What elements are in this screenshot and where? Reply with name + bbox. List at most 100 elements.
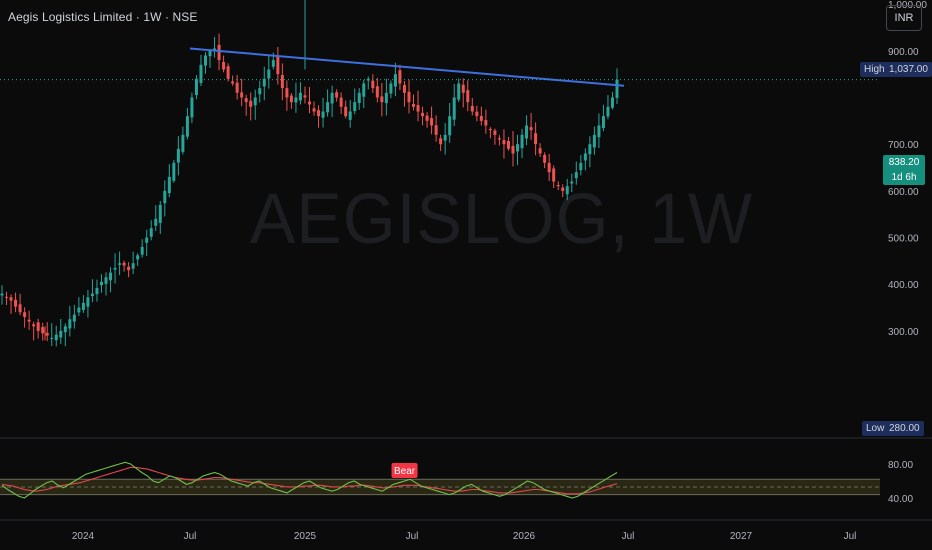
candle-body <box>104 277 108 284</box>
candle-body <box>181 134 185 152</box>
candle-body <box>59 330 63 338</box>
candle-body <box>443 134 447 141</box>
candle-body <box>271 60 275 67</box>
candle-body <box>488 128 492 131</box>
candle-body <box>32 324 36 327</box>
time-tick-label: 2024 <box>72 531 95 542</box>
trendline <box>189 47 625 87</box>
candle-body <box>430 118 434 126</box>
low-value: 280.00 <box>889 423 920 434</box>
candle-body <box>452 97 456 120</box>
currency-button[interactable]: INR <box>886 5 922 31</box>
time-tick-label: Jul <box>184 531 197 542</box>
candle-body <box>77 307 81 313</box>
candle-body <box>529 127 533 131</box>
candle-body <box>534 133 538 145</box>
candle-body <box>520 134 524 149</box>
candle-body <box>154 218 158 226</box>
time-tick-label: 2025 <box>294 531 317 542</box>
candle-body <box>389 83 393 94</box>
chart-canvas[interactable]: 1,100.001,000.00900.00700.00600.00500.00… <box>0 0 932 550</box>
candle-body <box>9 297 13 301</box>
bar-countdown: 1d 6h <box>891 172 917 183</box>
candle-body <box>556 185 560 187</box>
candle-body <box>421 112 425 117</box>
candle-body <box>601 116 605 129</box>
candle-body <box>18 304 22 313</box>
candle-body <box>425 115 429 121</box>
candle-body <box>145 237 149 243</box>
candle-body <box>50 337 54 339</box>
time-tick-label: Jul <box>406 531 419 542</box>
high-label: High <box>864 64 885 75</box>
time-tick-label: Jul <box>844 531 857 542</box>
price-tick-label: 900.00 <box>888 47 919 58</box>
candle-body <box>511 145 515 154</box>
candle-body <box>222 62 226 70</box>
candle-body <box>127 266 131 271</box>
candle-body <box>479 115 483 121</box>
candle-body <box>321 111 325 118</box>
price-tick-label: 600.00 <box>888 187 919 198</box>
candle-body <box>86 297 90 307</box>
bear-label: Bear <box>394 466 416 477</box>
candle-body <box>172 162 176 181</box>
candle-body <box>525 125 529 139</box>
chart-title: Aegis Logistics Limited · 1W · NSE <box>8 10 198 24</box>
candle-body <box>398 70 402 84</box>
candle-body <box>339 97 343 107</box>
candle-body <box>235 82 239 93</box>
candle-body <box>167 176 171 194</box>
candle-body <box>194 78 198 96</box>
candle-body <box>448 116 452 136</box>
candle-body <box>276 56 280 75</box>
candle-body <box>249 100 253 107</box>
candle-body <box>231 81 235 84</box>
candle-body <box>217 44 221 61</box>
last-price: 838.20 <box>888 157 920 168</box>
candle-body <box>375 86 379 98</box>
candle-body <box>579 162 583 171</box>
candle-body <box>41 327 45 334</box>
candle-body <box>63 326 67 333</box>
candle-body <box>27 319 31 322</box>
candle-body <box>538 148 542 154</box>
candle-body <box>149 228 153 237</box>
candle-body <box>303 95 307 98</box>
candle-body <box>502 140 506 145</box>
candle-body <box>574 172 578 179</box>
candle-body <box>588 144 592 155</box>
high-value-tag: 1,037.00 <box>885 62 932 77</box>
oscillator-tick-label: 40.00 <box>888 494 913 505</box>
high-value: 1,037.00 <box>889 64 928 75</box>
candle-body <box>547 162 551 173</box>
candle-body <box>583 153 587 161</box>
candle-body <box>140 246 144 255</box>
candle-body <box>344 106 348 117</box>
candle-body <box>371 80 375 89</box>
candle-body <box>81 302 85 310</box>
candle-body <box>484 120 488 126</box>
price-tick-label: 700.00 <box>888 140 919 151</box>
candle-body <box>240 92 244 98</box>
candle-body <box>54 334 58 341</box>
candle-body <box>0 293 4 296</box>
candle-body <box>561 187 565 191</box>
chart-stage[interactable]: AEGISLOG, 1W 1,100.001,000.00900.00700.0… <box>0 0 932 550</box>
candle-body <box>203 55 207 66</box>
candle-body <box>109 272 113 281</box>
candle-body <box>136 255 140 260</box>
last-price-tag: 838.20 <box>883 155 925 170</box>
candle-body <box>90 293 94 297</box>
candle-body <box>185 116 189 137</box>
candle-body <box>393 74 397 87</box>
time-tick-label: 2027 <box>730 531 753 542</box>
candle-body <box>68 319 72 329</box>
candle-body <box>457 83 461 100</box>
low-label: Low <box>866 423 885 434</box>
candle-body <box>5 296 9 298</box>
candle-body <box>298 92 302 101</box>
candle-body <box>113 267 117 270</box>
candle-body <box>570 181 574 184</box>
candle-body <box>190 97 194 118</box>
